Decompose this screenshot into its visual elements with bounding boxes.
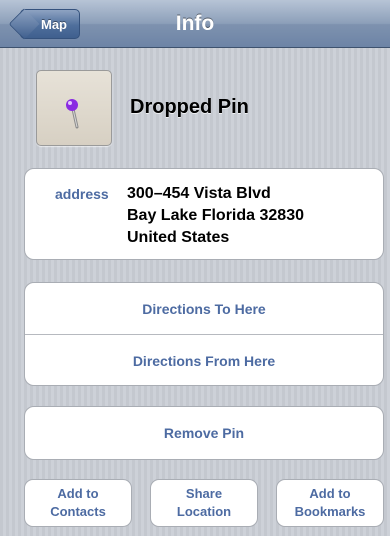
map-pin-icon: [66, 99, 79, 129]
address-line: 300–454 Vista Blvd: [127, 185, 271, 202]
directions-from-here-button[interactable]: Directions From Here: [25, 335, 383, 387]
add-to-bookmarks-button[interactable]: Add to Bookmarks: [276, 479, 384, 527]
directions-group: Directions To Here Directions From Here: [24, 282, 384, 386]
pin-thumbnail: [36, 70, 112, 146]
back-button-label: Map: [41, 16, 67, 32]
share-location-button[interactable]: Share Location: [150, 479, 258, 527]
address-card[interactable]: address 300–454 Vista Blvd Bay Lake Flor…: [24, 168, 384, 260]
address-label: address: [55, 186, 109, 202]
directions-to-here-button[interactable]: Directions To Here: [25, 283, 383, 335]
pin-title: Dropped Pin: [130, 96, 249, 118]
address-line: Bay Lake Florida 32830: [127, 207, 304, 224]
remove-pin-label: Remove Pin: [163, 425, 245, 441]
remove-pin-button[interactable]: Remove Pin: [24, 406, 384, 460]
address-line: United States: [127, 229, 230, 246]
address-value: 300–454 Vista Blvd Bay Lake Florida 3283…: [127, 183, 304, 249]
add-to-contacts-button[interactable]: Add to Contacts: [24, 479, 132, 527]
navigation-bar: Map Info: [0, 0, 390, 48]
back-map-button[interactable]: Map: [20, 9, 80, 39]
